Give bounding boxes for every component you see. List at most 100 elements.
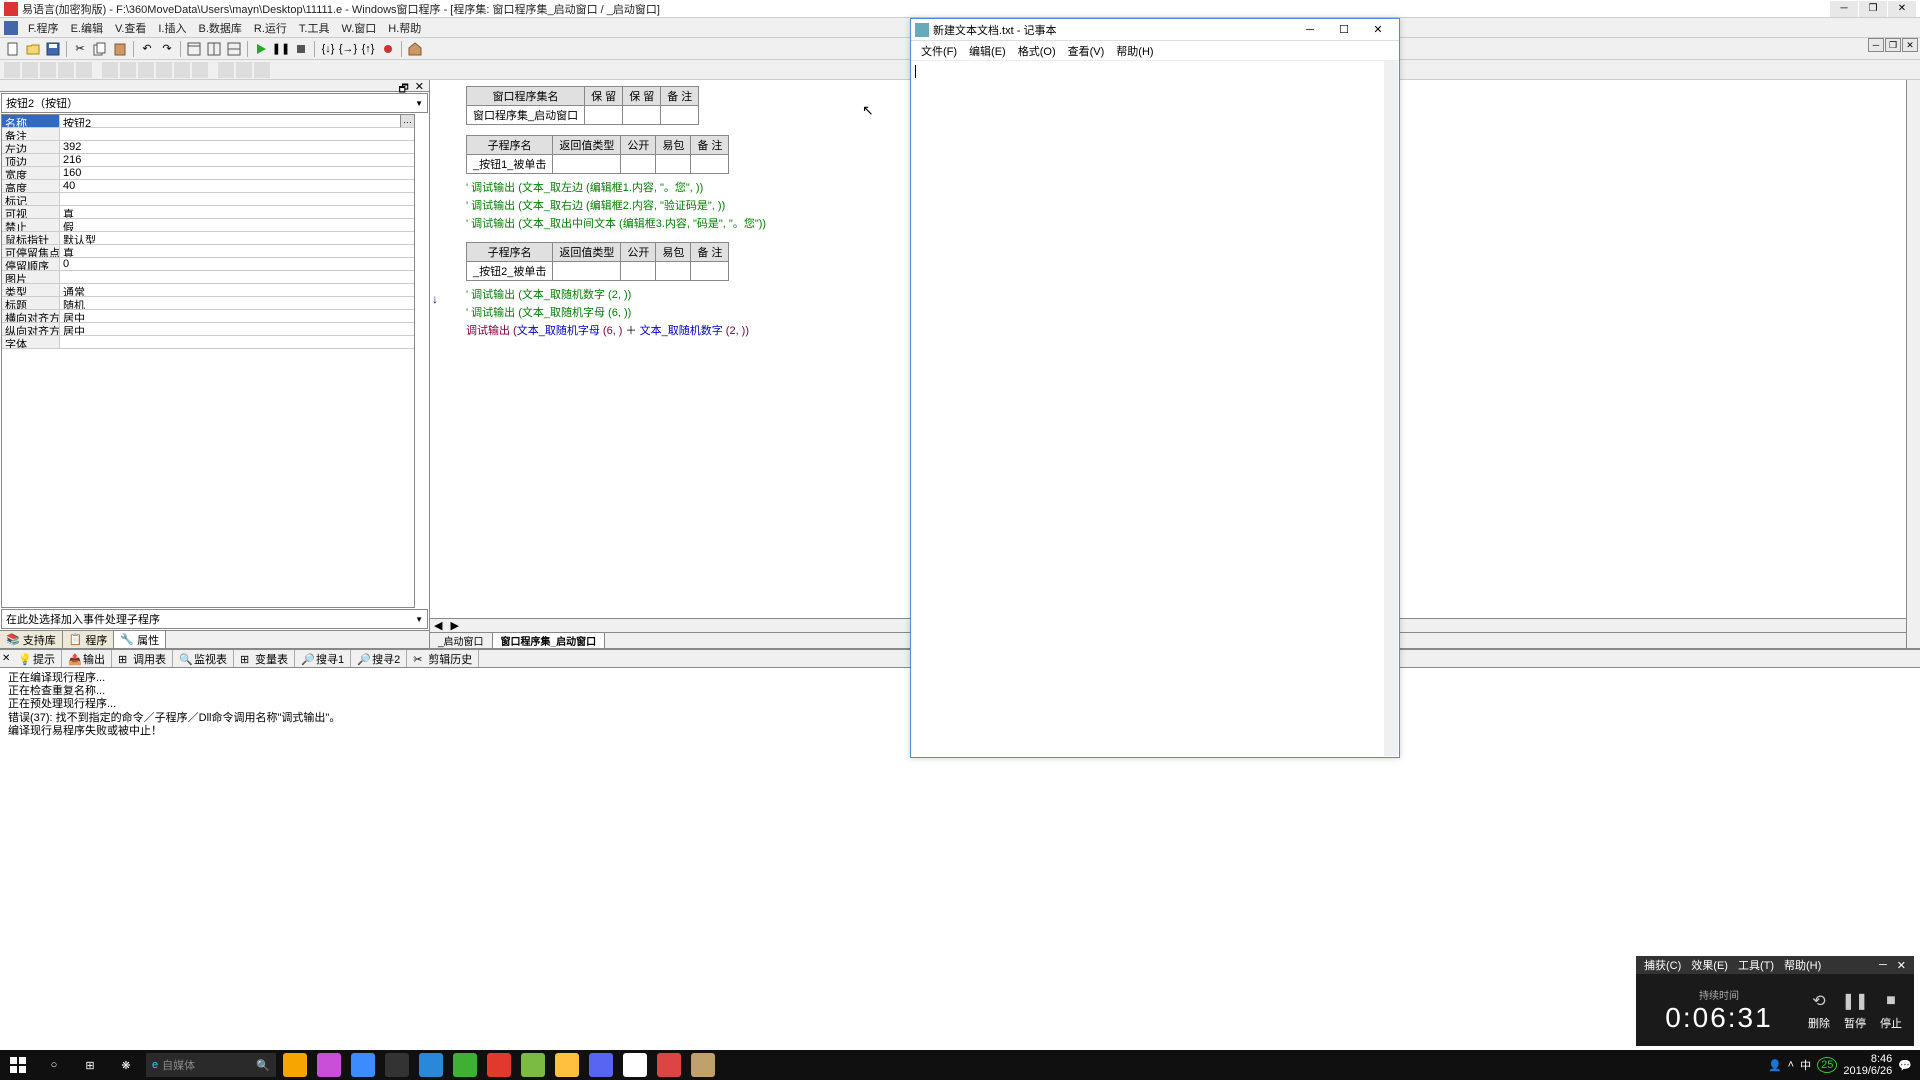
property-grid[interactable]: 名称按钮2…备注左边392顶边216宽度160高度40标记可视真禁止假鼠标指针默… <box>1 114 415 608</box>
taskbar-app[interactable] <box>550 1050 584 1080</box>
recorder-menu-item[interactable]: 捕获(C) <box>1640 957 1685 973</box>
taskbar-app[interactable] <box>686 1050 720 1080</box>
recorder-删除-button[interactable]: ⟲删除 <box>1804 989 1834 1031</box>
minimize-button[interactable]: ─ <box>1830 1 1858 17</box>
app-launcher-icon[interactable]: ❋ <box>108 1050 144 1080</box>
object-selector[interactable]: 按钮2（按钮） <box>1 93 428 113</box>
notepad-menu-item[interactable]: 帮助(H) <box>1110 43 1159 59</box>
menu-item[interactable]: W.窗口 <box>335 20 382 36</box>
notepad-menu-item[interactable]: 查看(V) <box>1062 43 1111 59</box>
tb-redo[interactable]: ↷ <box>158 40 176 58</box>
property-row[interactable]: 可视真 <box>2 206 414 219</box>
recorder-menu-item[interactable]: 工具(T) <box>1734 957 1778 973</box>
lt-6[interactable] <box>102 62 118 78</box>
output-tab[interactable]: ✂剪辑历史 <box>407 650 479 667</box>
taskbar-app[interactable] <box>584 1050 618 1080</box>
taskbar-app[interactable] <box>652 1050 686 1080</box>
taskbar-app[interactable] <box>618 1050 652 1080</box>
tb-open[interactable] <box>24 40 42 58</box>
tb-stepout[interactable]: {↑} <box>359 40 377 58</box>
lt-14[interactable] <box>254 62 270 78</box>
mdi-restore[interactable]: ❐ <box>1885 38 1901 52</box>
property-row[interactable]: 字体 <box>2 336 414 349</box>
taskbar-app[interactable] <box>516 1050 550 1080</box>
panel-close-icon[interactable]: ✕ <box>412 80 427 91</box>
tb-save[interactable] <box>44 40 62 58</box>
property-row[interactable]: 标记 <box>2 193 414 206</box>
property-row[interactable]: 类型通常 <box>2 284 414 297</box>
lt-9[interactable] <box>156 62 172 78</box>
taskbar-app[interactable] <box>312 1050 346 1080</box>
tb-stepover[interactable]: {→} <box>339 40 357 58</box>
property-row[interactable]: 宽度160 <box>2 167 414 180</box>
lt-7[interactable] <box>120 62 136 78</box>
code-tab[interactable]: 窗口程序集_启动窗口 <box>493 633 606 648</box>
recorder-menu-item[interactable]: 帮助(H) <box>1780 957 1825 973</box>
output-tab[interactable]: 💡提示 <box>12 650 62 667</box>
recorder-暂停-button[interactable]: ❚❚暂停 <box>1840 989 1870 1031</box>
notepad-menu-item[interactable]: 编辑(E) <box>963 43 1012 59</box>
taskbar-search[interactable]: e 自媒体 🔍 <box>146 1053 276 1077</box>
maximize-button[interactable]: ❐ <box>1859 1 1887 17</box>
output-tab[interactable]: ⊞变量表 <box>234 650 295 667</box>
lt-13[interactable] <box>236 62 252 78</box>
property-row[interactable]: 可停留焦点真 <box>2 245 414 258</box>
property-row[interactable]: 高度40 <box>2 180 414 193</box>
mdi-minimize[interactable]: ─ <box>1868 38 1884 52</box>
code-tab[interactable]: _启动窗口 <box>430 633 493 648</box>
property-row[interactable]: 鼠标指针默认型 <box>2 232 414 245</box>
property-row[interactable]: 名称按钮2… <box>2 115 414 128</box>
menu-item[interactable]: F.程序 <box>22 20 65 36</box>
tb-stepinto[interactable]: {↓} <box>319 40 337 58</box>
output-tab[interactable]: 🔍监视表 <box>173 650 234 667</box>
tb-run[interactable] <box>252 40 270 58</box>
notepad-menu-item[interactable]: 格式(O) <box>1012 43 1062 59</box>
taskbar-app[interactable] <box>448 1050 482 1080</box>
tb-build[interactable] <box>406 40 424 58</box>
notepad-textarea[interactable] <box>911 61 1399 757</box>
tb-paste[interactable] <box>111 40 129 58</box>
output-tab[interactable]: 🔎搜寻1 <box>295 650 351 667</box>
taskbar-app[interactable] <box>482 1050 516 1080</box>
taskbar-app[interactable] <box>380 1050 414 1080</box>
output-close-icon[interactable]: ✕ <box>2 653 10 664</box>
taskview-icon[interactable]: ⊞ <box>72 1050 108 1080</box>
lt-4[interactable] <box>58 62 74 78</box>
tb-new[interactable] <box>4 40 22 58</box>
output-tab[interactable]: 📤输出 <box>62 650 112 667</box>
lt-8[interactable] <box>138 62 154 78</box>
tb-win2[interactable] <box>205 40 223 58</box>
menu-item[interactable]: V.查看 <box>109 20 152 36</box>
lt-3[interactable] <box>40 62 56 78</box>
taskbar-app[interactable] <box>346 1050 380 1080</box>
output-tab[interactable]: 🔎搜寻2 <box>351 650 407 667</box>
events-selector[interactable]: 在此处选择加入事件处理子程序 <box>1 609 428 629</box>
property-row[interactable]: 顶边216 <box>2 154 414 167</box>
taskbar-app[interactable] <box>414 1050 448 1080</box>
menu-item[interactable]: E.编辑 <box>65 20 109 36</box>
cortana-icon[interactable]: ○ <box>36 1050 72 1080</box>
output-tab[interactable]: ⊞调用表 <box>112 650 173 667</box>
property-row[interactable]: 停留顺序0 <box>2 258 414 271</box>
notepad-minimize[interactable]: ─ <box>1293 20 1327 40</box>
property-row[interactable]: 禁止假 <box>2 219 414 232</box>
lt-10[interactable] <box>174 62 190 78</box>
left-tab[interactable]: 📋程序 <box>63 631 115 648</box>
panel-pin-icon[interactable]: 🗗 <box>395 80 411 91</box>
tray-badge[interactable]: 25 <box>1817 1057 1837 1073</box>
tray-clock[interactable]: 8:46 2019/6/26 <box>1843 1053 1892 1077</box>
menu-item[interactable]: B.数据库 <box>192 20 247 36</box>
close-button[interactable]: ✕ <box>1888 1 1916 17</box>
tray-chevron-icon[interactable]: ˄ <box>1788 1059 1794 1071</box>
property-row[interactable]: 图片 <box>2 271 414 284</box>
recorder-minimize[interactable]: ─ <box>1875 959 1891 971</box>
recorder-menu-item[interactable]: 效果(E) <box>1687 957 1732 973</box>
tb-undo[interactable]: ↶ <box>138 40 156 58</box>
code-vscrollbar[interactable] <box>1906 80 1920 648</box>
property-row[interactable]: 横向对齐方式居中 <box>2 310 414 323</box>
mdi-close[interactable]: ✕ <box>1902 38 1918 52</box>
taskbar-app[interactable] <box>278 1050 312 1080</box>
tb-stop[interactable] <box>292 40 310 58</box>
notepad-scrollbar[interactable] <box>1384 61 1398 756</box>
lt-11[interactable] <box>192 62 208 78</box>
